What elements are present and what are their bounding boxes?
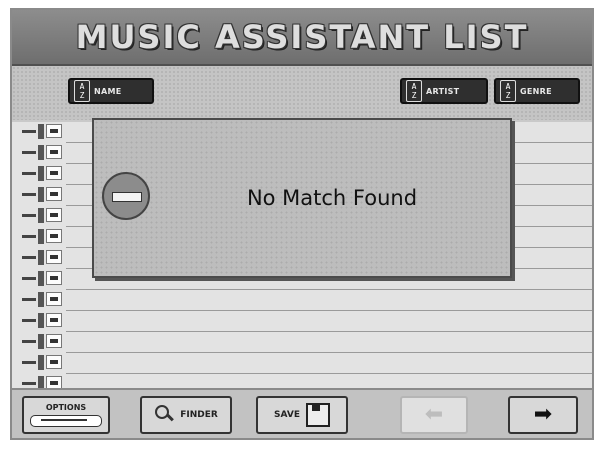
sort-az-icon: A Z bbox=[500, 80, 516, 102]
page-title: MUSIC ASSISTANT LIST bbox=[75, 18, 529, 56]
list-index-marker bbox=[18, 185, 64, 206]
list-index-marker bbox=[18, 269, 64, 290]
save-button[interactable]: SAVE bbox=[256, 396, 348, 434]
list-item[interactable] bbox=[66, 311, 592, 332]
options-label: OPTIONS bbox=[45, 403, 87, 412]
save-label: SAVE bbox=[274, 410, 300, 420]
sort-by-name-label: NAME bbox=[94, 86, 122, 96]
dialog-message: No Match Found bbox=[246, 186, 418, 210]
finder-button[interactable]: FINDER bbox=[140, 396, 232, 434]
list-index-marker bbox=[18, 164, 64, 185]
sort-by-artist-button[interactable]: A Z ARTIST bbox=[400, 78, 488, 104]
finder-label: FINDER bbox=[180, 410, 218, 420]
left-arrow-icon: ⬅ bbox=[424, 402, 444, 427]
finder-icon bbox=[154, 404, 176, 426]
sort-by-genre-label: GENRE bbox=[520, 86, 552, 96]
sort-by-artist-label: ARTIST bbox=[426, 86, 460, 96]
right-arrow-icon: ➡ bbox=[533, 402, 553, 427]
music-assistant-screen: MUSIC ASSISTANT LIST A Z NAME A Z ARTIST… bbox=[10, 8, 594, 440]
list-index-column bbox=[18, 122, 64, 391]
list-index-marker bbox=[18, 290, 64, 311]
list-item[interactable] bbox=[66, 290, 592, 311]
list-item[interactable] bbox=[66, 332, 592, 353]
previous-page-button[interactable]: ⬅ bbox=[400, 396, 468, 434]
list-index-marker bbox=[18, 248, 64, 269]
options-slider-icon bbox=[30, 415, 102, 427]
no-entry-icon bbox=[102, 172, 150, 220]
options-button[interactable]: OPTIONS bbox=[22, 396, 110, 434]
list-index-marker bbox=[18, 227, 64, 248]
sort-bar: A Z NAME A Z ARTIST A Z GENRE bbox=[12, 66, 592, 120]
title-bar: MUSIC ASSISTANT LIST bbox=[12, 10, 592, 66]
sort-az-icon: A Z bbox=[406, 80, 422, 102]
list-index-marker bbox=[18, 353, 64, 374]
sort-by-genre-button[interactable]: A Z GENRE bbox=[494, 78, 580, 104]
list-index-marker bbox=[18, 143, 64, 164]
floppy-disk-icon bbox=[305, 403, 330, 427]
next-page-button[interactable]: ➡ bbox=[508, 396, 578, 434]
no-match-dialog: No Match Found bbox=[92, 118, 512, 278]
list-index-marker bbox=[18, 122, 64, 143]
list-index-marker bbox=[18, 332, 64, 353]
bottom-toolbar: OPTIONS FINDER SAVE ⬅ ➡ bbox=[12, 388, 592, 438]
list-index-marker bbox=[18, 206, 64, 227]
sort-by-name-button[interactable]: A Z NAME bbox=[68, 78, 154, 104]
list-item[interactable] bbox=[66, 353, 592, 374]
list-index-marker bbox=[18, 311, 64, 332]
sort-az-icon: A Z bbox=[74, 80, 90, 102]
